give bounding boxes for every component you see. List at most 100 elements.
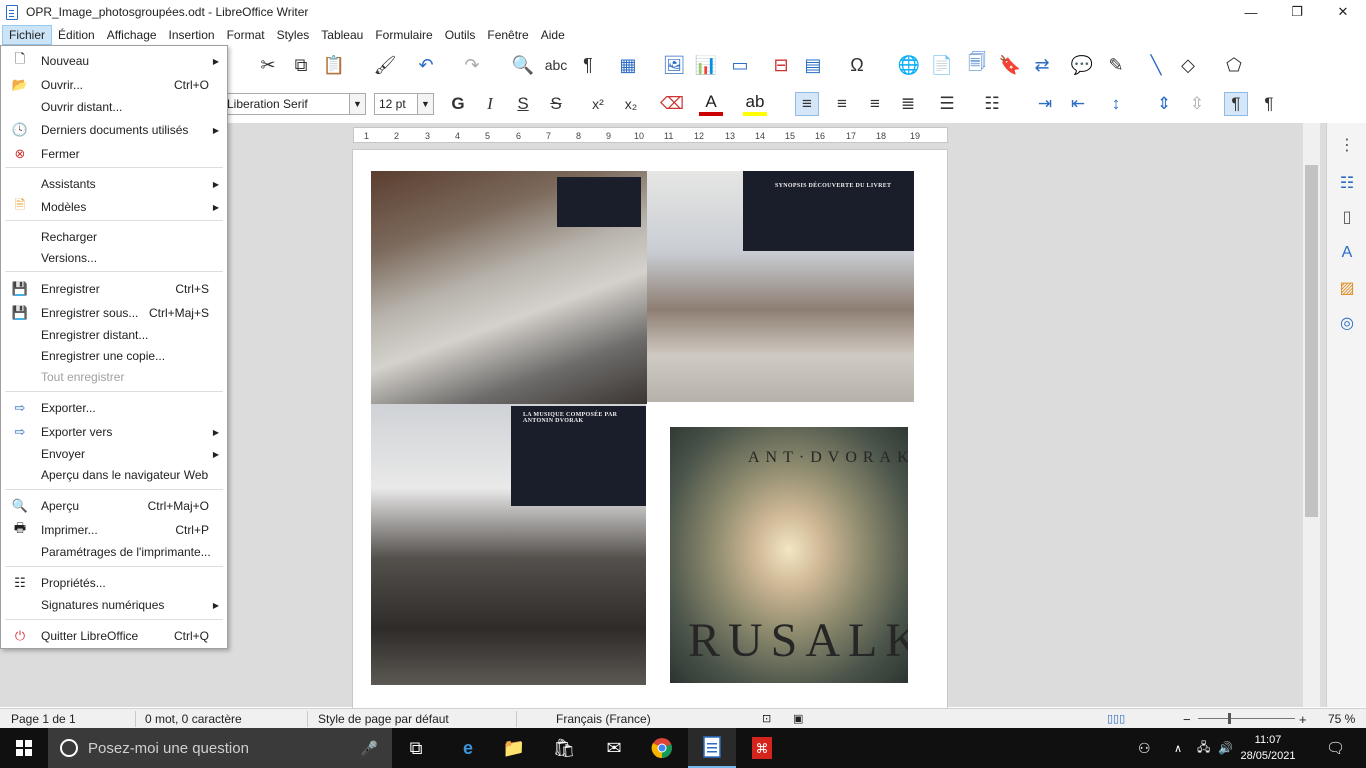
menu-item-enregistrer-sous[interactable]: 💾 Enregistrer sous... Ctrl+Maj+S bbox=[1, 302, 227, 324]
word-count[interactable]: 0 mot, 0 caractère bbox=[145, 712, 242, 726]
right-to-left-button[interactable]: ¶ bbox=[1257, 92, 1281, 116]
endnote-icon[interactable]: 🗐 bbox=[965, 52, 989, 77]
classroom-photo-2[interactable]: SYNOPSIS DÉCOUVERTE DU LIVRET bbox=[647, 171, 914, 402]
spelling-icon[interactable]: abc bbox=[544, 53, 568, 77]
menu-affichage[interactable]: Affichage bbox=[101, 26, 163, 44]
horizontal-ruler[interactable]: 1 2 3 4 5 6 7 8 9 10 11 12 13 14 15 16 1… bbox=[353, 127, 948, 143]
menu-outils[interactable]: Outils bbox=[439, 26, 482, 44]
zoom-level[interactable]: 75 % bbox=[1328, 712, 1355, 726]
underline-button[interactable]: S bbox=[511, 92, 535, 116]
cortana-search-box[interactable]: Posez-moi une question 🎤 bbox=[48, 728, 392, 768]
sidebar-menu-icon[interactable]: ⋮ bbox=[1335, 133, 1359, 157]
align-center-button[interactable]: ≡ bbox=[830, 92, 854, 116]
selection-mode-icon[interactable]: ⊡ bbox=[762, 712, 771, 725]
menu-item-envoyer[interactable]: Envoyer ▶ bbox=[1, 443, 227, 465]
rusalka-poster[interactable]: ANT·DVORAK RUSALKA bbox=[670, 427, 908, 683]
copy-icon[interactable]: ⧉ bbox=[289, 53, 313, 77]
menu-edition[interactable]: Édition bbox=[52, 26, 101, 44]
zoom-slider[interactable] bbox=[1198, 718, 1295, 719]
insert-line-icon[interactable]: ╲ bbox=[1144, 53, 1168, 77]
insert-table-icon[interactable]: ▦ bbox=[616, 53, 640, 77]
clone-formatting-icon[interactable]: 🖌 bbox=[373, 53, 397, 77]
menu-aide[interactable]: Aide bbox=[535, 26, 571, 44]
draw-functions-icon[interactable]: ⬠ bbox=[1222, 53, 1246, 77]
menu-item-derniers-documents[interactable]: 🕓 Derniers documents utilisés ▶ bbox=[1, 119, 227, 141]
notifications-icon[interactable]: 🗨 bbox=[1326, 728, 1345, 768]
network-icon[interactable]: 🖧 bbox=[1197, 728, 1210, 768]
superscript-button[interactable]: x² bbox=[586, 92, 610, 116]
zoom-slider-handle[interactable] bbox=[1228, 713, 1231, 724]
comment-icon[interactable]: 💬 bbox=[1070, 53, 1094, 77]
insert-textbox-icon[interactable]: ▭ bbox=[728, 53, 752, 77]
menu-fenetre[interactable]: Fenêtre bbox=[481, 26, 534, 44]
numbered-list-button[interactable]: ☷ bbox=[980, 92, 1004, 116]
gallery-icon[interactable]: ▨ bbox=[1335, 276, 1359, 300]
properties-icon[interactable]: ☷ bbox=[1335, 171, 1359, 195]
scrollbar-thumb[interactable] bbox=[1305, 165, 1318, 517]
paragraph-spacing-up-button[interactable]: ⇕ bbox=[1152, 92, 1176, 116]
chrome-icon[interactable] bbox=[638, 728, 686, 768]
menu-item-enregistrer-copie[interactable]: Enregistrer une copie... bbox=[1, 345, 227, 367]
mail-icon[interactable]: ✉ bbox=[590, 728, 638, 768]
bold-button[interactable]: G bbox=[446, 92, 470, 116]
navigator-icon[interactable]: ◎ bbox=[1335, 311, 1359, 335]
zoom-out-icon[interactable]: − bbox=[1183, 712, 1191, 727]
bookmark-icon[interactable]: 🔖 bbox=[998, 53, 1022, 77]
paste-icon[interactable]: 📋 bbox=[322, 53, 346, 77]
font-name-select[interactable]: Liberation Serif ▼ bbox=[222, 93, 366, 115]
track-changes-icon[interactable]: ✎ bbox=[1104, 53, 1128, 77]
undo-icon[interactable]: ↶ bbox=[414, 53, 438, 77]
menu-item-exporter-vers[interactable]: ⇨ Exporter vers ▶ bbox=[1, 421, 227, 443]
menu-item-enregistrer[interactable]: 💾 Enregistrer Ctrl+S bbox=[1, 278, 227, 300]
menu-item-modeles[interactable]: 🗎 Modèles ▶ bbox=[1, 196, 227, 218]
edge-icon[interactable]: e bbox=[444, 728, 492, 768]
menu-item-ouvrir-distant[interactable]: Ouvrir distant... bbox=[1, 96, 227, 118]
menu-item-quitter[interactable]: ⏻ Quitter LibreOffice Ctrl+Q bbox=[1, 625, 227, 647]
menu-insertion[interactable]: Insertion bbox=[163, 26, 221, 44]
classroom-photo-3[interactable]: LA MUSIQUE COMPOSÉE PAR ANTONIN DVORAK bbox=[371, 404, 646, 685]
page-break-icon[interactable]: ⊟ bbox=[769, 53, 793, 77]
menu-item-signatures[interactable]: Signatures numériques ▶ bbox=[1, 594, 227, 616]
styles-icon[interactable]: A bbox=[1335, 241, 1359, 265]
menu-fichier[interactable]: Fichier bbox=[2, 24, 53, 45]
libreoffice-writer-taskbar-icon[interactable] bbox=[688, 728, 736, 768]
store-icon[interactable]: 🛍 bbox=[540, 728, 588, 768]
menu-formulaire[interactable]: Formulaire bbox=[369, 26, 438, 44]
zoom-in-icon[interactable]: + bbox=[1299, 712, 1307, 727]
hyperlink-icon[interactable]: 🌐 bbox=[897, 53, 921, 77]
bullet-list-button[interactable]: ☰ bbox=[935, 92, 959, 116]
find-replace-icon[interactable]: 🔍 bbox=[511, 53, 535, 77]
show-hidden-icons-chevron-icon[interactable]: ∧ bbox=[1174, 728, 1182, 768]
italic-button[interactable]: I bbox=[478, 92, 502, 116]
menu-item-fermer[interactable]: ⊗ Fermer bbox=[1, 143, 227, 165]
classroom-photo-1[interactable] bbox=[371, 171, 647, 404]
menu-tableau[interactable]: Tableau bbox=[315, 26, 369, 44]
task-view-icon[interactable]: ⧉ bbox=[392, 728, 440, 768]
clear-formatting-icon[interactable]: ⌫ bbox=[660, 92, 684, 116]
font-size-select[interactable]: 12 pt ▼ bbox=[374, 93, 434, 115]
justify-button[interactable]: ≣ bbox=[896, 92, 920, 116]
special-character-icon[interactable]: Ω bbox=[845, 53, 869, 77]
maximize-button[interactable]: ❐ bbox=[1274, 0, 1320, 24]
language[interactable]: Français (France) bbox=[556, 712, 651, 726]
menu-item-recharger[interactable]: Recharger bbox=[1, 226, 227, 248]
file-explorer-icon[interactable]: 📁 bbox=[490, 728, 538, 768]
align-right-button[interactable]: ≡ bbox=[863, 92, 887, 116]
menu-item-apercu[interactable]: 🔍 Aperçu Ctrl+Maj+O bbox=[1, 495, 227, 517]
menu-item-exporter[interactable]: ⇨ Exporter... bbox=[1, 397, 227, 419]
left-to-right-button[interactable]: ¶ bbox=[1224, 92, 1248, 116]
page-count[interactable]: Page 1 de 1 bbox=[11, 712, 76, 726]
decrease-indent-button[interactable]: ⇤ bbox=[1066, 92, 1090, 116]
line-spacing-button[interactable]: ↕ bbox=[1104, 92, 1128, 116]
formatting-marks-icon[interactable]: ¶ bbox=[576, 53, 600, 77]
increase-indent-button[interactable]: ⇥ bbox=[1033, 92, 1057, 116]
view-layout-icon[interactable]: ▯▯▯ bbox=[1107, 712, 1125, 725]
page-style[interactable]: Style de page par défaut bbox=[318, 712, 449, 726]
windows-start-button[interactable] bbox=[0, 728, 48, 768]
vertical-scrollbar[interactable] bbox=[1303, 123, 1320, 707]
menu-item-ouvrir[interactable]: 📂 Ouvrir... Ctrl+O bbox=[1, 74, 227, 96]
insert-chart-icon[interactable]: 📊 bbox=[694, 53, 718, 77]
insert-image-icon[interactable]: 🖼 bbox=[662, 53, 686, 77]
highlight-color-button[interactable]: ab bbox=[743, 92, 767, 116]
acrobat-icon[interactable]: ⌘ bbox=[738, 728, 786, 768]
